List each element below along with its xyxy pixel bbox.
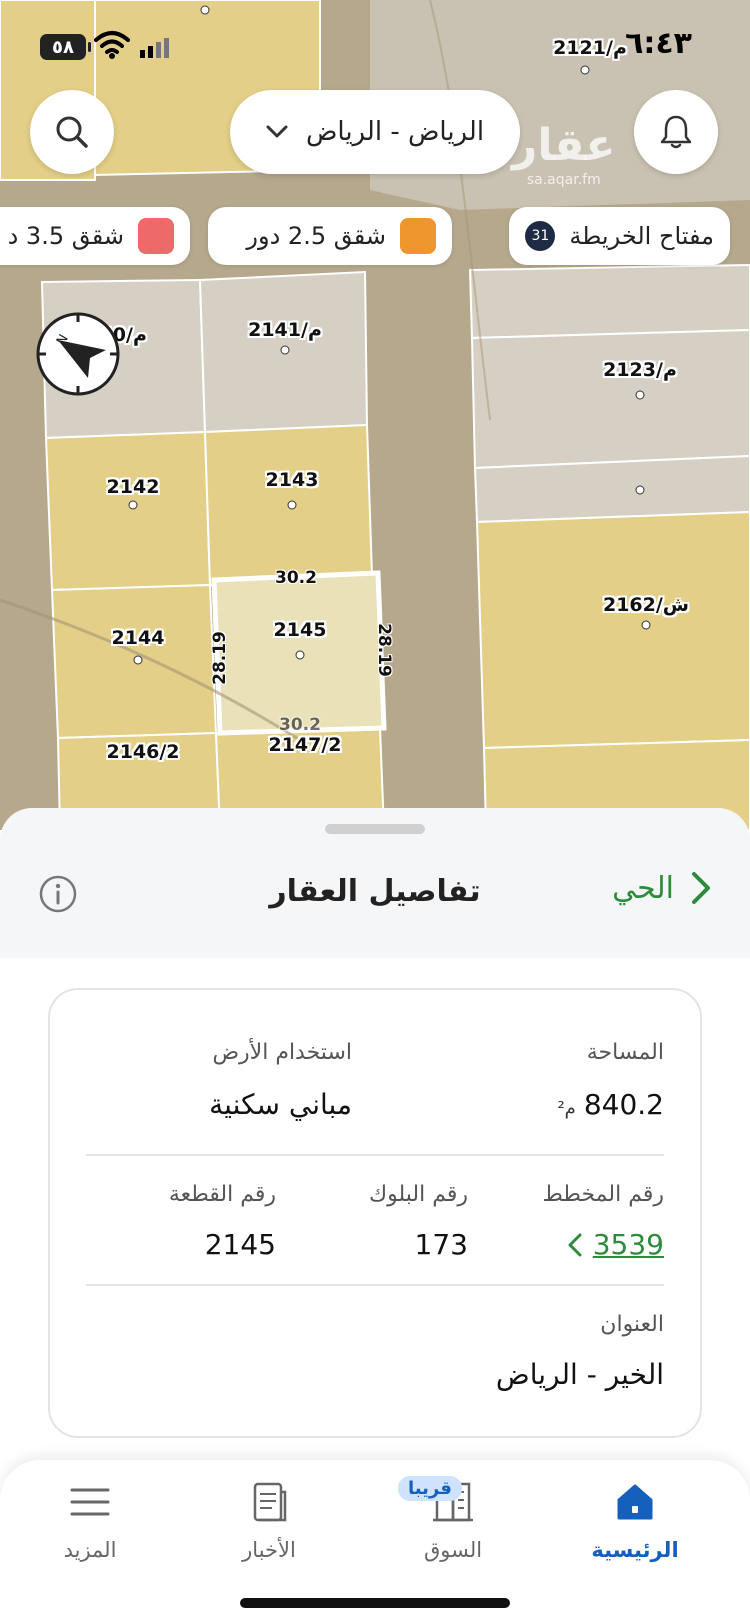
plot-number-label: رقم القطعة (168, 1182, 276, 1207)
sheet-grabber[interactable] (325, 824, 425, 834)
plot-dimension: 28.19 (374, 623, 394, 677)
plot-label: 2123/م (603, 359, 677, 381)
block-number-value: 173 (414, 1228, 468, 1261)
plot-number-value: 2145 (204, 1228, 276, 1261)
chip-label: شقق 3.5 د (7, 222, 124, 250)
neighborhood-link[interactable]: الحي (612, 870, 712, 906)
legend-count-badge: 31 (525, 221, 556, 251)
info-button[interactable] (38, 874, 78, 918)
tab-more[interactable]: المزيد (25, 1480, 155, 1562)
search-icon (56, 116, 88, 148)
filter-chip-apartments-2-5[interactable]: شقق 2.5 دور (208, 207, 452, 265)
area-field: م² 840.2 (557, 1088, 664, 1121)
plan-number-label: رقم المخطط (542, 1182, 664, 1207)
address-label: العنوان (600, 1312, 664, 1337)
menu-icon (70, 1488, 110, 1516)
sheet-header: تفاصيل العقار الحي (0, 860, 750, 940)
divider (86, 1154, 664, 1156)
chevron-left-icon (568, 1233, 582, 1256)
home-icon (617, 1484, 653, 1520)
filter-chip-apartments-3-5[interactable]: شقق 3.5 د (0, 207, 190, 265)
land-use-label: استخدام الأرض (212, 1040, 352, 1065)
divider (86, 1284, 664, 1286)
address-value: الخير - الرياض (495, 1358, 664, 1391)
chevron-down-icon (266, 125, 288, 138)
map-legend-chip[interactable]: مفتاح الخريطة 31 (509, 207, 730, 265)
plot-label: 2143 (265, 469, 319, 491)
property-info-card: المساحة م² 840.2 استخدام الأرض مباني سكن… (48, 988, 702, 1438)
home-indicator (240, 1598, 510, 1608)
tab-label: المزيد (63, 1538, 117, 1562)
city-select-label: الرياض - الرياض (305, 117, 485, 147)
signal-icon (140, 38, 169, 58)
tab-label: الرئيسية (591, 1538, 679, 1562)
search-button[interactable] (30, 90, 114, 174)
plot-dimension: 30.2 (279, 715, 321, 735)
tab-home[interactable]: الرئيسية (570, 1480, 700, 1562)
plot-label: 2162/ش (602, 594, 690, 616)
aqar-watermark: عقار sa.aqar.fm (512, 120, 616, 188)
coming-soon-badge: قريبا (398, 1476, 462, 1501)
bottom-tab-bar: الرئيسية السوق قريبا الأخبار المزيد (0, 1460, 750, 1621)
plot-label: 2142 (106, 476, 160, 498)
plot-label: 2141/م (248, 319, 322, 341)
tab-label: السوق (423, 1538, 483, 1562)
plot-label: 2147/2 (268, 734, 342, 756)
chip-label: شقق 2.5 دور (246, 222, 386, 250)
wifi-icon (94, 31, 130, 59)
block-number-label: رقم البلوك (368, 1182, 468, 1207)
neighborhood-link-label: الحي (612, 870, 674, 906)
notifications-button[interactable] (634, 90, 718, 174)
chevron-right-icon (692, 872, 710, 904)
plot-label: 2144 (111, 627, 165, 649)
status-bar: ٥٨ ٦:٤٣ (0, 0, 750, 90)
bell-icon (660, 115, 692, 149)
chip-label: مفتاح الخريطة (569, 222, 714, 250)
area-label: المساحة (586, 1040, 664, 1065)
news-icon (253, 1482, 287, 1522)
plot-label: 2145 (273, 619, 327, 641)
color-swatch (138, 218, 174, 254)
plan-number-link[interactable]: 3539 (567, 1228, 664, 1261)
battery-icon: ٥٨ (40, 34, 91, 60)
plot-label: 2146/2 (106, 741, 180, 763)
clock: ٦:٤٣ (625, 26, 692, 61)
land-use-value: مباني سكنية (209, 1088, 352, 1121)
compass-icon[interactable]: N (34, 310, 122, 398)
color-swatch (400, 218, 436, 254)
info-icon (39, 875, 77, 913)
plot-dimension: 28.19 (210, 631, 230, 685)
tab-news[interactable]: الأخبار (204, 1480, 334, 1562)
city-select[interactable]: الرياض - الرياض (230, 90, 520, 174)
area-value: 840.2 (583, 1088, 664, 1121)
plot-dimension: 30.2 (275, 568, 317, 588)
plan-number-value: 3539 (592, 1228, 664, 1261)
tab-label: الأخبار (242, 1538, 296, 1562)
area-unit: م² (557, 1098, 576, 1119)
